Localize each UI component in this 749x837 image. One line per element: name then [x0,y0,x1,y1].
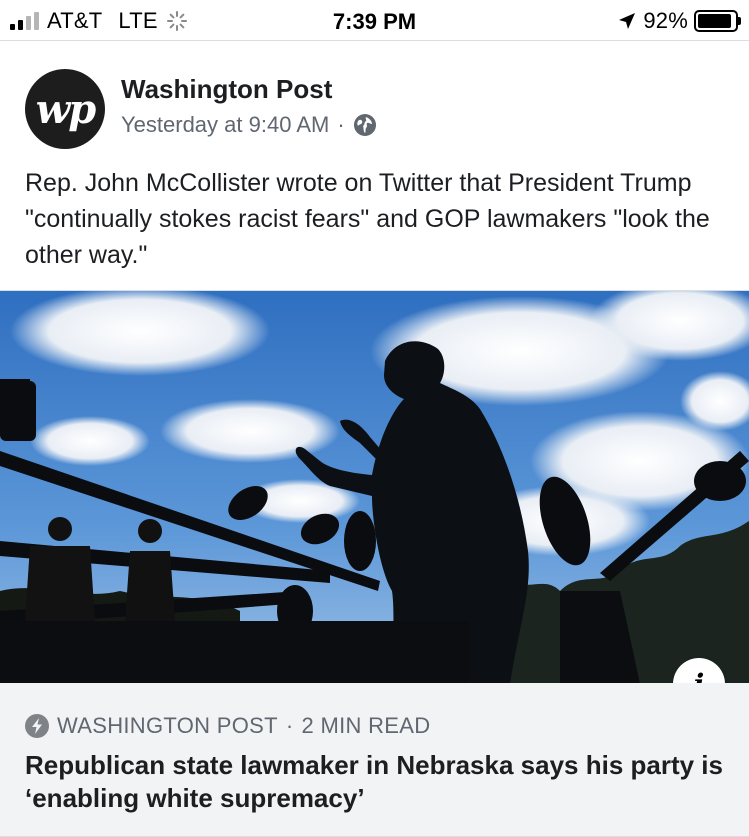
instant-article-bolt-icon [25,714,49,738]
page-avatar[interactable]: wp [25,69,105,149]
link-headline[interactable]: Republican state lawmaker in Nebraska sa… [25,749,725,815]
avatar-logo-text: wp [35,85,96,133]
link-preview-image[interactable] [0,290,749,683]
link-preview-footer[interactable]: WASHINGTON POST · 2 MIN READ Republican … [0,683,749,837]
signal-strength-icon [10,12,39,30]
link-source: WASHINGTON POST [57,713,278,738]
source-separator: · [285,713,294,738]
page-name-link[interactable]: Washington Post [121,74,332,105]
battery-level [698,14,732,28]
meta-separator: · [337,112,345,137]
link-source-line: WASHINGTON POST · 2 MIN READ [25,713,430,739]
post-meta: Yesterday at 9:40 AM · [121,112,377,138]
carrier-name: AT&T [47,8,103,33]
activity-spinner-icon [166,10,188,32]
press-scene-photo [0,291,749,683]
post-timestamp[interactable]: Yesterday at 9:40 AM [121,112,329,138]
battery-icon [694,10,741,32]
globe-icon [353,114,376,136]
post-message: Rep. John McCollister wrote on Twitter t… [25,169,710,269]
read-time: 2 MIN READ [301,713,431,738]
location-arrow-icon [619,13,636,29]
status-bar-left: AT&T LTE [10,8,188,33]
network-type: LTE [118,8,158,33]
status-bar: AT&T LTE 7:39 PM 92% [0,0,749,41]
battery-percent: 92% [643,8,688,33]
status-bar-right: 92% [617,8,741,34]
